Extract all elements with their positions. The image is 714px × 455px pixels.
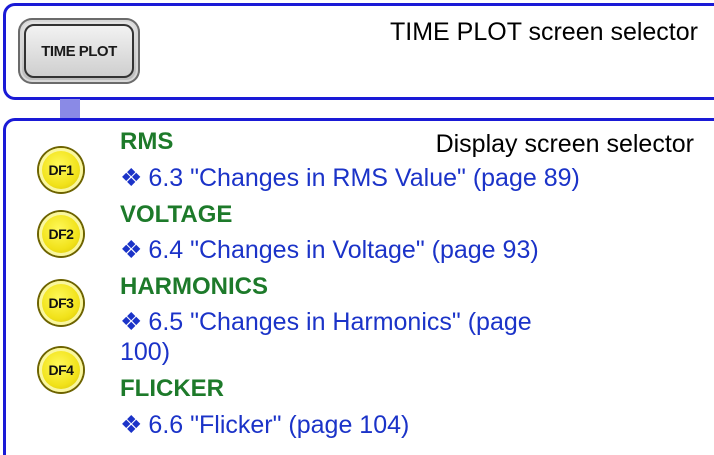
- rms-link[interactable]: ❖ 6.3 "Changes in RMS Value" (page 89): [120, 163, 700, 193]
- df3-key-label: DF3: [48, 295, 74, 311]
- flicker-link-text: 6.6 "Flicker" (page 104): [148, 411, 410, 439]
- page: TIME PLOT TIME PLOT screen selector Disp…: [0, 0, 714, 455]
- df4-key-label: DF4: [48, 362, 74, 378]
- harmonics-link-text: 6.5 "Changes in Harmonics" (page 100): [120, 308, 532, 366]
- df1-key-label: DF1: [48, 162, 74, 178]
- rms-link-text: 6.3 "Changes in RMS Value" (page 89): [148, 164, 580, 192]
- voltage-title: VOLTAGE: [120, 201, 233, 228]
- time-plot-key[interactable]: TIME PLOT: [18, 18, 140, 84]
- diamond-bullet-icon: ❖: [120, 411, 143, 439]
- df2-key-label: DF2: [48, 226, 74, 242]
- df3-key[interactable]: DF3: [39, 281, 83, 325]
- diamond-bullet-icon: ❖: [120, 164, 143, 192]
- diamond-bullet-icon: ❖: [120, 236, 143, 264]
- df1-key[interactable]: DF1: [39, 148, 83, 192]
- harmonics-title: HARMONICS: [120, 273, 268, 300]
- voltage-link[interactable]: ❖ 6.4 "Changes in Voltage" (page 93): [120, 235, 700, 265]
- harmonics-link[interactable]: ❖ 6.5 "Changes in Harmonics" (page 100): [120, 307, 560, 367]
- diamond-bullet-icon: ❖: [120, 308, 143, 336]
- rms-title: RMS: [120, 128, 174, 155]
- time-plot-key-label: TIME PLOT: [24, 24, 134, 78]
- time-plot-selector-title: TIME PLOT screen selector: [390, 18, 698, 46]
- flicker-title: FLICKER: [120, 375, 224, 402]
- df2-key[interactable]: DF2: [39, 212, 83, 256]
- df4-key[interactable]: DF4: [39, 348, 83, 392]
- flicker-link[interactable]: ❖ 6.6 "Flicker" (page 104): [120, 410, 700, 440]
- display-selector-title: Display screen selector: [435, 130, 694, 158]
- voltage-link-text: 6.4 "Changes in Voltage" (page 93): [148, 236, 539, 264]
